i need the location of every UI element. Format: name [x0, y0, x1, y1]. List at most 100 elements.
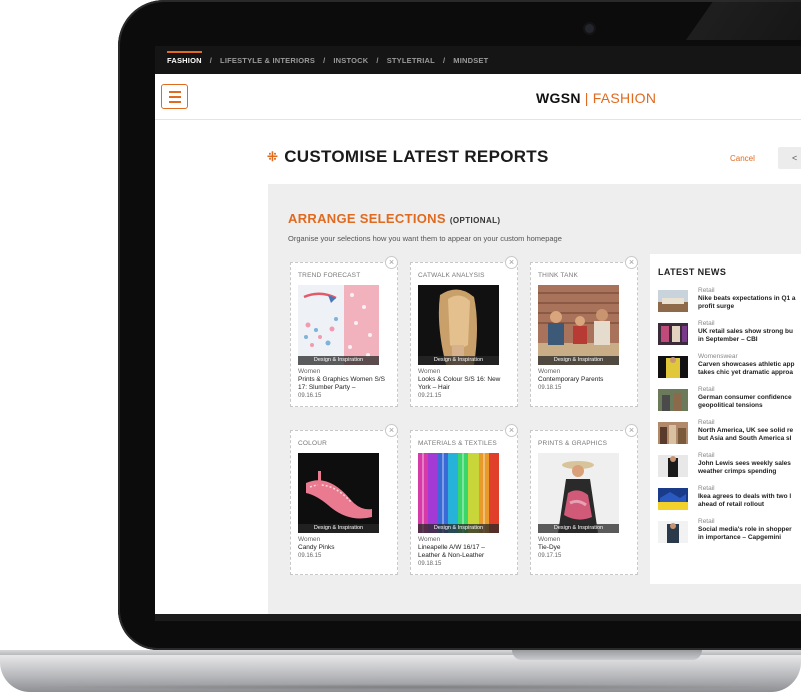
- nav-item-mindset[interactable]: MINDSET: [453, 56, 488, 65]
- card-image: Design & Inspiration: [418, 285, 499, 365]
- news-thumbnail: [658, 356, 688, 378]
- news-item[interactable]: Retail UK retail sales show strong bu in…: [658, 320, 801, 350]
- arrange-description: Organise your selections how you want th…: [288, 234, 562, 243]
- news-item[interactable]: Retail John Lewis sees weekly sales weat…: [658, 452, 801, 482]
- news-item[interactable]: Retail Nike beats expectations in Q1 a p…: [658, 287, 801, 317]
- logo-divider: |: [584, 90, 589, 106]
- nav-item-fashion[interactable]: FASHION: [167, 50, 202, 65]
- card-category: CATWALK ANALYSIS: [418, 272, 485, 279]
- news-headline: German consumer confidence geopolitical …: [698, 394, 792, 409]
- nav-item-lifestyle-interiors[interactable]: LIFESTYLE & INTERIORS: [220, 56, 315, 65]
- card-title: Looks & Colour S/S 16: New York – Hair: [418, 376, 501, 391]
- grid-dots-icon: ⁜: [267, 149, 279, 164]
- card-gender: Women: [418, 368, 441, 375]
- card-title: Contemporary Parents: [538, 376, 604, 383]
- logo-section: FASHION: [592, 90, 657, 106]
- news-thumbnail: [658, 422, 688, 444]
- laptop-notch: [512, 650, 702, 660]
- report-card[interactable]: THINK TANK Design & Inspiration Women Co…: [530, 262, 638, 407]
- card-gender: Women: [538, 368, 561, 375]
- hamburger-icon: [168, 100, 181, 103]
- card-tag: Design & Inspiration: [298, 524, 379, 533]
- news-item[interactable]: Retail Social media's role in shopper in…: [658, 518, 801, 548]
- close-icon[interactable]: ×: [505, 424, 518, 437]
- news-item[interactable]: Retail German consumer confidence geopol…: [658, 386, 801, 416]
- news-category: Retail: [698, 320, 715, 327]
- card-category: THINK TANK: [538, 272, 579, 279]
- news-item[interactable]: Retail North America, UK see solid re bu…: [658, 419, 801, 449]
- card-category: TREND FORECAST: [298, 272, 361, 279]
- card-title: Candy Pinks: [298, 544, 335, 551]
- card-category: PRINTS & GRAPHICS: [538, 440, 608, 447]
- card-date: 09.18.15: [418, 561, 442, 567]
- card-title: Prints & Graphics Women S/S 17: Slumber …: [298, 376, 385, 391]
- card-image: Design & Inspiration: [538, 453, 619, 533]
- report-card[interactable]: PRINTS & GRAPHICS Design & Inspiration W…: [530, 430, 638, 575]
- card-category: MATERIALS & TEXTILES: [418, 440, 497, 447]
- close-icon[interactable]: ×: [625, 424, 638, 437]
- news-category: Retail: [698, 287, 715, 294]
- latest-news-panel: LATEST NEWS Retail Nike beats expectatio…: [650, 254, 801, 584]
- card-gender: Women: [298, 536, 321, 543]
- card-category: COLOUR: [298, 440, 328, 447]
- close-icon[interactable]: ×: [505, 256, 518, 269]
- news-headline: Carven showcases athletic app takes chic…: [698, 361, 795, 376]
- news-category: Retail: [698, 386, 715, 393]
- nav-separator: /: [323, 55, 326, 65]
- news-item[interactable]: Womenswear Carven showcases athletic app…: [658, 353, 801, 383]
- news-category: Retail: [698, 485, 715, 492]
- news-item[interactable]: Retail Ikea agrees to deals with two l a…: [658, 485, 801, 515]
- news-thumbnail: [658, 389, 688, 411]
- report-card[interactable]: COLOUR Design & Inspiration Women Candy …: [290, 430, 398, 575]
- news-headline: North America, UK see solid re but Asia …: [698, 427, 794, 442]
- news-thumbnail: [658, 455, 688, 477]
- close-icon[interactable]: ×: [625, 256, 638, 269]
- news-headline: Ikea agrees to deals with two l ahead of…: [698, 493, 792, 508]
- card-tag: Design & Inspiration: [538, 356, 619, 365]
- nav-separator: /: [442, 55, 446, 65]
- card-image: Design & Inspiration: [538, 285, 619, 365]
- news-headline: John Lewis sees weekly sales weather cri…: [698, 460, 791, 475]
- close-icon[interactable]: ×: [385, 256, 398, 269]
- news-category: Retail: [698, 518, 715, 525]
- optional-label: (OPTIONAL): [449, 216, 501, 225]
- hamburger-icon: [168, 95, 181, 98]
- card-date: 09.16.15: [298, 393, 322, 399]
- news-thumbnail: [658, 521, 688, 543]
- webcam: [585, 24, 594, 33]
- screen-bottom-bezel: [155, 614, 801, 621]
- title-row: ⁜ CUSTOMISE LATEST REPORTS Cancel <: [155, 120, 801, 185]
- menu-button[interactable]: [161, 84, 188, 109]
- news-thumbnail: [658, 488, 688, 510]
- nav-separator: /: [376, 55, 379, 65]
- arrange-heading-text: ARRANGE SELECTIONS: [288, 211, 446, 226]
- report-card[interactable]: CATWALK ANALYSIS Design & Inspiration Wo…: [410, 262, 518, 407]
- news-category: Womenswear: [698, 353, 738, 360]
- page-title-text: CUSTOMISE LATEST REPORTS: [284, 147, 549, 166]
- card-gender: Women: [418, 536, 441, 543]
- laptop-screen: FASHION / LIFESTYLE & INTERIORS / INSTOC…: [155, 46, 801, 621]
- card-image: Design & Inspiration: [298, 285, 379, 365]
- wgsn-logo[interactable]: WGSN | FASHION: [536, 90, 656, 106]
- report-card[interactable]: TREND FORECAST Design & Inspiration Wome…: [290, 262, 398, 407]
- laptop-shadow: [28, 684, 788, 690]
- latest-news-heading: LATEST NEWS: [658, 267, 727, 277]
- cancel-link[interactable]: Cancel: [730, 154, 755, 163]
- news-thumbnail: [658, 290, 688, 312]
- nav-item-styletrial[interactable]: STYLETRIAL: [387, 56, 435, 65]
- card-title: Tie-Dye: [538, 544, 561, 551]
- card-title: Lineapelle A/W 16/17 – Leather & Non-Lea…: [418, 544, 485, 559]
- card-gender: Women: [538, 536, 561, 543]
- close-icon[interactable]: ×: [385, 424, 398, 437]
- card-date: 09.21.15: [418, 393, 442, 399]
- card-date: 09.16.15: [298, 553, 322, 559]
- top-navigation: FASHION / LIFESTYLE & INTERIORS / INSTOC…: [155, 46, 801, 74]
- card-gender: Women: [298, 368, 321, 375]
- back-button[interactable]: <: [778, 147, 801, 169]
- card-tag: Design & Inspiration: [418, 356, 499, 365]
- report-card[interactable]: MATERIALS & TEXTILES Design & Inspiratio…: [410, 430, 518, 575]
- news-headline: Social media's role in shopper in import…: [698, 526, 792, 541]
- nav-item-instock[interactable]: INSTOCK: [333, 56, 368, 65]
- logo-brand: WGSN: [536, 90, 581, 106]
- card-tag: Design & Inspiration: [298, 356, 379, 365]
